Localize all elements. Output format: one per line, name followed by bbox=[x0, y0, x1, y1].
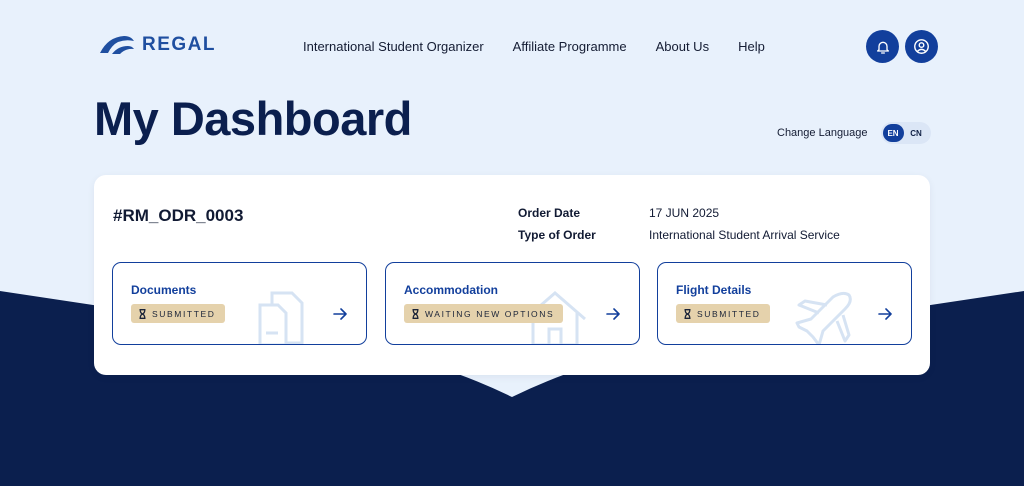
status-text: WAITING NEW OPTIONS bbox=[425, 308, 555, 319]
hourglass-icon bbox=[684, 308, 691, 319]
language-switcher: Change Language EN CN bbox=[777, 122, 931, 144]
arrow-right-icon bbox=[333, 308, 347, 320]
order-date-label: Order Date bbox=[518, 206, 581, 220]
notifications-button[interactable] bbox=[866, 30, 899, 63]
language-label: Change Language bbox=[777, 127, 868, 139]
bell-icon bbox=[876, 41, 889, 54]
hourglass-icon bbox=[139, 308, 146, 319]
brand-name: REGAL bbox=[142, 34, 216, 55]
status-badge: SUBMITTED bbox=[131, 304, 225, 323]
status-badge: SUBMITTED bbox=[676, 304, 770, 323]
user-circle-icon bbox=[914, 39, 929, 54]
order-type-value: International Student Arrival Service bbox=[649, 228, 840, 242]
arrow-right-icon bbox=[606, 308, 620, 320]
brand-logo[interactable]: REGAL bbox=[98, 33, 216, 57]
document-icon bbox=[258, 291, 304, 344]
documents-title: Documents bbox=[131, 283, 197, 297]
nav-item-help[interactable]: Help bbox=[738, 39, 765, 54]
order-type-label: Type of Order bbox=[518, 228, 596, 242]
arrow-right-icon bbox=[878, 308, 892, 320]
nav-item-international-student-organizer[interactable]: International Student Organizer bbox=[303, 39, 484, 54]
order-date-value: 17 JUN 2025 bbox=[649, 206, 720, 220]
page-title: My Dashboard bbox=[94, 92, 412, 145]
accommodation-tile[interactable]: Accommodation WAITING NEW OPTIONS bbox=[385, 262, 640, 345]
account-button[interactable] bbox=[905, 30, 938, 63]
hourglass-icon bbox=[412, 308, 419, 319]
status-badge: WAITING NEW OPTIONS bbox=[404, 304, 564, 323]
documents-tile[interactable]: Documents SUBMITTED bbox=[112, 262, 367, 345]
flight-details-tile[interactable]: Flight Details SUBMITTED bbox=[657, 262, 912, 345]
accommodation-title: Accommodation bbox=[404, 283, 499, 297]
status-text: SUBMITTED bbox=[697, 308, 761, 319]
language-option-en[interactable]: EN bbox=[882, 124, 904, 142]
main-nav: International Student Organizer Affiliat… bbox=[303, 39, 765, 54]
flight-details-title: Flight Details bbox=[676, 283, 752, 297]
regal-logo-icon bbox=[100, 36, 134, 54]
status-text: SUBMITTED bbox=[152, 308, 216, 319]
order-id: #RM_ODR_0003 bbox=[113, 206, 244, 225]
language-option-cn[interactable]: CN bbox=[906, 124, 927, 142]
order-card: #RM_ODR_0003 Order Date 17 JUN 2025 Type… bbox=[94, 175, 930, 375]
language-toggle[interactable]: EN CN bbox=[880, 122, 931, 144]
airplane-icon bbox=[795, 291, 852, 344]
nav-item-affiliate-programme[interactable]: Affiliate Programme bbox=[513, 39, 627, 54]
nav-item-about-us[interactable]: About Us bbox=[656, 39, 709, 54]
